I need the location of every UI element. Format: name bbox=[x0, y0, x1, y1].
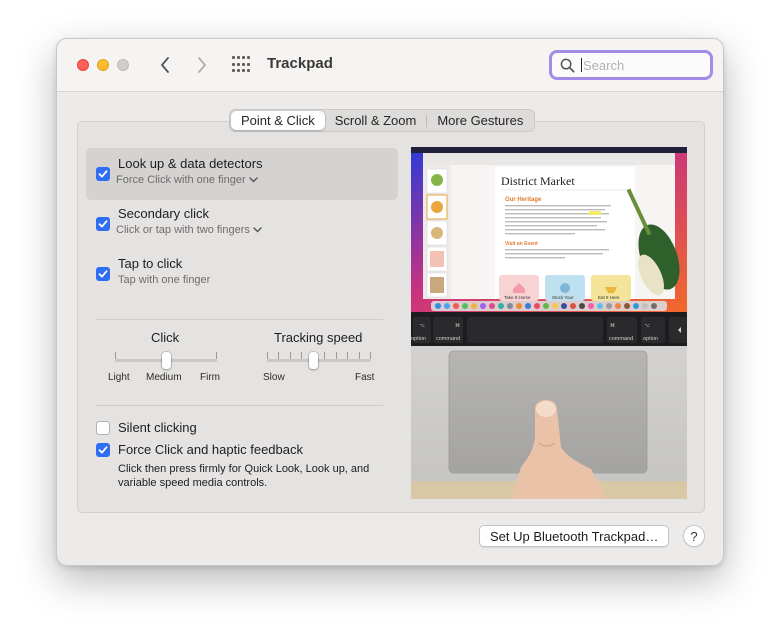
click-slider-title: Click bbox=[151, 330, 180, 345]
minimize-button[interactable] bbox=[97, 59, 109, 71]
slider-tick bbox=[267, 352, 268, 359]
slider-tick bbox=[216, 352, 217, 359]
chevron-down-icon bbox=[248, 177, 258, 183]
gesture-preview-video: District Market Our Heritage Visit an Ev… bbox=[411, 147, 687, 499]
chevron-down-icon bbox=[253, 227, 262, 233]
slider-tick bbox=[278, 352, 279, 359]
slider-tick bbox=[347, 352, 348, 359]
force-click-description: Click then press firmly for Quick Look, … bbox=[118, 463, 370, 489]
text-caret bbox=[581, 58, 582, 72]
back-button[interactable] bbox=[154, 54, 176, 76]
setup-bluetooth-trackpad-button[interactable]: Set Up Bluetooth Trackpad… bbox=[479, 525, 670, 547]
tap-to-click-description: Tap with one finger bbox=[118, 274, 211, 286]
title-bar: Trackpad bbox=[57, 39, 723, 92]
preview-card-stock: Stock Your bbox=[552, 295, 574, 300]
preview-key-alt-symbol: ⌥ bbox=[644, 323, 650, 329]
chevron-left-icon bbox=[161, 57, 169, 73]
tracking-speed-knob[interactable] bbox=[309, 352, 319, 369]
click-medium-label: Medium bbox=[146, 372, 182, 383]
slider-tick bbox=[324, 352, 325, 359]
tap-to-click-checkbox[interactable] bbox=[96, 267, 110, 281]
divider bbox=[96, 405, 383, 406]
search-field[interactable] bbox=[549, 50, 713, 80]
checkmark-icon bbox=[98, 220, 108, 228]
option-tap-to-click[interactable]: Tap to click Tap with one finger bbox=[86, 248, 398, 300]
preview-key-cmd-symbol: ⌘ bbox=[610, 323, 615, 329]
chevron-right-icon bbox=[198, 57, 206, 73]
preview-key-alt-symbol: ⌥ bbox=[419, 323, 425, 329]
silent-clicking-checkbox[interactable] bbox=[96, 421, 110, 435]
preview-document-title: District Market bbox=[501, 174, 575, 188]
search-input[interactable] bbox=[583, 57, 693, 73]
trackpad-preferences-window: Trackpad Point & Click Scroll & Zoom Mor… bbox=[56, 38, 724, 566]
option-secondary-click[interactable]: Secondary click Click or tap with two fi… bbox=[86, 198, 398, 250]
preview-key-option-left: option bbox=[411, 336, 426, 342]
slider-tick bbox=[115, 352, 116, 359]
checkmark-icon bbox=[98, 446, 108, 454]
preview-key-command-right: command bbox=[609, 336, 633, 342]
look-up-gesture-value: Force Click with one finger bbox=[116, 174, 246, 186]
tracking-speed-title: Tracking speed bbox=[274, 330, 363, 345]
click-slider-knob[interactable] bbox=[162, 352, 171, 369]
preview-key-cmd-symbol: ⌘ bbox=[455, 323, 460, 329]
secondary-click-gesture-popup[interactable]: Click or tap with two fingers bbox=[116, 224, 262, 236]
tab-point-and-click[interactable]: Point & Click bbox=[231, 111, 325, 130]
tab-bar: Point & Click Scroll & Zoom More Gesture… bbox=[229, 109, 536, 132]
look-up-gesture-popup[interactable]: Force Click with one finger bbox=[116, 174, 258, 186]
search-icon bbox=[560, 58, 575, 72]
slider-tick bbox=[301, 352, 302, 359]
window-title: Trackpad bbox=[267, 55, 333, 72]
look-up-label: Look up & data detectors bbox=[118, 156, 263, 171]
show-all-grid-icon[interactable] bbox=[232, 56, 250, 74]
force-click-checkbox[interactable] bbox=[96, 443, 110, 457]
tracking-slow-label: Slow bbox=[263, 372, 285, 383]
preview-subheading: Visit an Event bbox=[505, 241, 538, 247]
secondary-click-checkbox[interactable] bbox=[96, 217, 110, 231]
look-up-checkbox[interactable] bbox=[96, 167, 110, 181]
preview-card-eat-here: Eat It Here bbox=[598, 295, 620, 300]
option-look-up[interactable]: Look up & data detectors Force Click wit… bbox=[86, 148, 398, 200]
tap-to-click-label: Tap to click bbox=[118, 256, 183, 271]
preview-heading: Our Heritage bbox=[505, 197, 542, 203]
divider bbox=[96, 319, 383, 320]
preview-illustration: District Market Our Heritage Visit an Ev… bbox=[411, 147, 687, 499]
secondary-click-gesture-value: Click or tap with two fingers bbox=[116, 224, 250, 236]
preview-card-take-home: Take It Home bbox=[504, 295, 531, 300]
slider-tick bbox=[359, 352, 360, 359]
click-light-label: Light bbox=[108, 372, 130, 383]
tracking-fast-label: Fast bbox=[355, 372, 375, 383]
click-firm-label: Firm bbox=[200, 372, 220, 383]
tab-scroll-and-zoom[interactable]: Scroll & Zoom bbox=[325, 111, 427, 130]
preview-key-option-right: option bbox=[643, 336, 658, 342]
slider-tick bbox=[290, 352, 291, 359]
forward-button[interactable] bbox=[191, 54, 213, 76]
slider-tick bbox=[370, 352, 371, 359]
zoom-button[interactable] bbox=[117, 59, 129, 71]
tracking-slider-track bbox=[267, 359, 371, 362]
preview-key-command-left: command bbox=[436, 336, 460, 342]
slider-tick bbox=[336, 352, 337, 359]
checkmark-icon bbox=[98, 270, 108, 278]
checkmark-icon bbox=[98, 170, 108, 178]
tab-more-gestures[interactable]: More Gestures bbox=[427, 111, 533, 130]
help-button[interactable]: ? bbox=[683, 525, 705, 547]
silent-clicking-label: Silent clicking bbox=[118, 420, 197, 435]
secondary-click-label: Secondary click bbox=[118, 206, 210, 221]
force-click-label: Force Click and haptic feedback bbox=[118, 442, 303, 457]
close-button[interactable] bbox=[77, 59, 89, 71]
